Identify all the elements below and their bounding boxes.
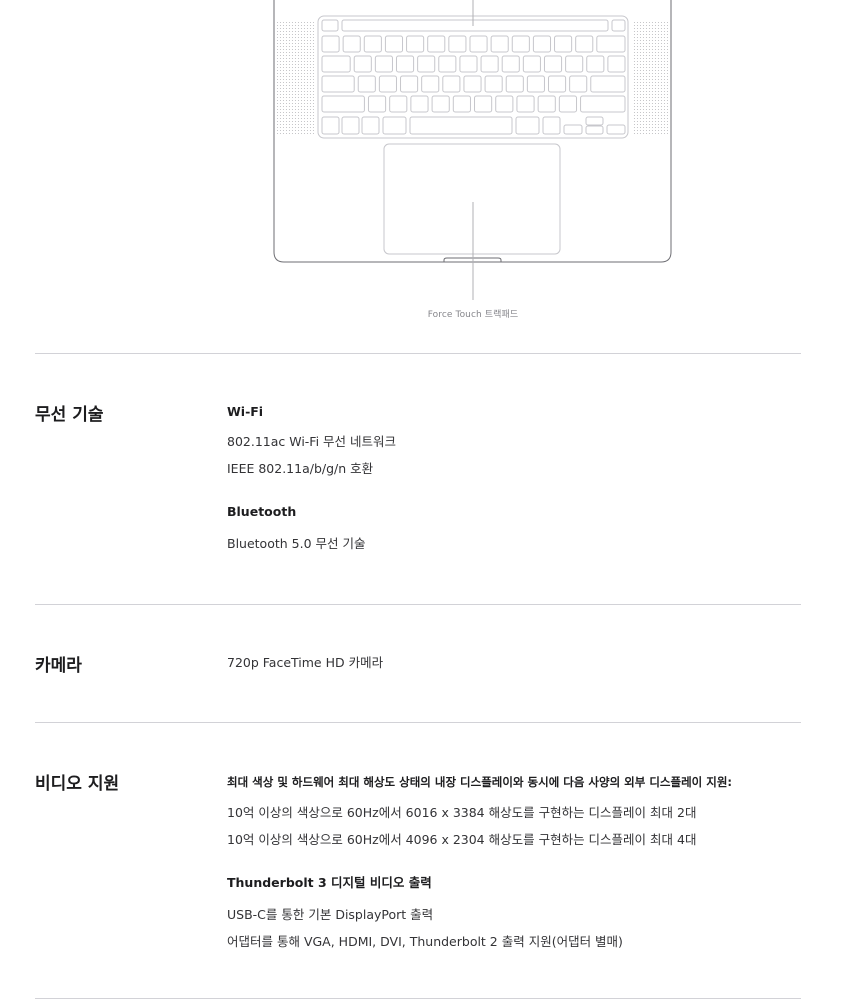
- keyboard-key: [575, 35, 594, 53]
- camera-line: 720p FaceTime HD 카메라: [227, 655, 384, 670]
- keyboard-key: [384, 35, 404, 53]
- wifi-line: 802.11ac Wi-Fi 무선 네트워크: [227, 434, 397, 449]
- keyboard-key: [511, 35, 530, 53]
- keyboard-key: [459, 55, 478, 73]
- keyboard-key: [586, 55, 605, 73]
- thunderbolt-line: 어댑터를 통해 VGA, HDMI, DVI, Thunderbolt 2 출력…: [227, 934, 623, 949]
- keyboard-key: [469, 35, 488, 53]
- keyboard-key: [448, 35, 467, 53]
- keyboard-key: [580, 95, 626, 113]
- keyboard-key: [363, 35, 382, 53]
- camera-section-title: 카메라: [35, 656, 82, 676]
- video-section-title: 비디오 지원: [35, 774, 120, 794]
- keyboard-key: [606, 124, 626, 135]
- keyboard-key: [431, 95, 450, 113]
- keyboard-key: [321, 95, 365, 113]
- keyboard-key: [611, 19, 626, 32]
- section-divider: [35, 722, 801, 723]
- keyboard-key: [558, 95, 578, 113]
- keyboard-key: [522, 55, 541, 73]
- keyboard-key: [341, 19, 609, 32]
- keyboard-key: [417, 55, 436, 73]
- external-display-heading: 최대 색상 및 하드웨어 최대 해상도 상태의 내장 디스플레이와 동시에 다음…: [227, 775, 733, 789]
- keyboard-key: [563, 124, 583, 135]
- keyboard-key: [554, 35, 573, 53]
- keyboard-key: [341, 116, 360, 135]
- wifi-line: IEEE 802.11a/b/g/n 호환: [227, 461, 374, 476]
- bluetooth-line: Bluetooth 5.0 무선 기술: [227, 536, 366, 551]
- section-divider: [35, 604, 801, 605]
- trackpad-outline: [383, 143, 561, 255]
- keyboard-key: [361, 116, 380, 135]
- keyboard-key: [532, 35, 552, 53]
- keyboard-key: [480, 55, 499, 73]
- keyboard-key: [321, 116, 340, 135]
- bluetooth-heading: Bluetooth: [227, 504, 297, 519]
- keyboard-frame: [317, 15, 629, 139]
- keyboard-key: [516, 95, 535, 113]
- keyboard-key: [353, 55, 372, 73]
- keyboard-key: [400, 75, 419, 93]
- left-speaker-grille: [277, 20, 314, 135]
- trackpad-callout-label: Force Touch 트랙패드: [427, 310, 519, 320]
- keyboard-key: [590, 75, 626, 93]
- keyboard-key: [565, 55, 584, 73]
- section-divider: [35, 998, 801, 999]
- keyboard-key: [452, 95, 471, 113]
- keyboard-key: [321, 55, 351, 73]
- thunderbolt-line: USB-C를 통한 기본 DisplayPort 출력: [227, 907, 434, 922]
- keyboard-key: [474, 95, 493, 113]
- keyboard-key: [374, 55, 393, 73]
- keyboard-key: [585, 125, 604, 135]
- keyboard-key: [395, 55, 415, 73]
- laptop-top-illustration: [273, 0, 672, 300]
- keyboard-key: [569, 75, 588, 93]
- keyboard-key: [438, 55, 457, 73]
- keyboard-key: [547, 75, 567, 93]
- keyboard-key: [382, 116, 407, 135]
- keyboard-key: [321, 75, 355, 93]
- camera-spec-block: 720p FaceTime HD 카메라: [227, 655, 801, 671]
- keyboard-key: [427, 35, 446, 53]
- keyboard-key: [321, 19, 339, 32]
- keyboard-key: [607, 55, 626, 73]
- keyboard-key: [321, 35, 340, 53]
- wifi-heading: Wi-Fi: [227, 404, 264, 419]
- keyboard-key: [406, 35, 425, 53]
- section-divider: [35, 353, 801, 354]
- display-support-line: 10억 이상의 색상으로 60Hz에서 6016 x 3384 해상도를 구현하…: [227, 805, 697, 820]
- laptop-diagram: Force Touch 트랙패드: [0, 0, 850, 330]
- keyboard-key: [367, 95, 387, 113]
- display-support-line: 10억 이상의 색상으로 60Hz에서 4096 x 2304 해상도를 구현하…: [227, 832, 697, 847]
- keyboard-key: [526, 75, 545, 93]
- keyboard-key: [410, 95, 429, 113]
- keyboard-key: [357, 75, 376, 93]
- keyboard-key: [505, 75, 524, 93]
- keyboard-key: [495, 95, 514, 113]
- keyboard-key: [442, 75, 461, 93]
- keyboard-key: [501, 55, 520, 73]
- keyboard-key: [585, 116, 604, 126]
- keyboard-key: [484, 75, 503, 93]
- keyboard-key: [543, 55, 563, 73]
- thunderbolt-heading: Thunderbolt 3 디지털 비디오 출력: [227, 875, 432, 890]
- keyboard-key: [596, 35, 626, 53]
- keyboard-key: [463, 75, 482, 93]
- keyboard-keys: [321, 19, 626, 135]
- keyboard-key: [515, 116, 540, 135]
- video-spec-block: 최대 색상 및 하드웨어 최대 해상도 상태의 내장 디스플레이와 동시에 다음…: [227, 774, 801, 950]
- wireless-section-title: 무선 기술: [35, 405, 104, 425]
- keyboard-key: [409, 116, 513, 135]
- keyboard-key: [378, 75, 397, 93]
- right-speaker-grille: [632, 20, 669, 135]
- wireless-spec-block: Wi-Fi 802.11ac Wi-Fi 무선 네트워크 IEEE 802.11…: [227, 404, 801, 552]
- keyboard-key: [542, 116, 561, 135]
- keyboard-key: [421, 75, 440, 93]
- keyboard-key: [490, 35, 509, 53]
- keyboard-key: [342, 35, 361, 53]
- keyboard-key: [389, 95, 408, 113]
- keyboard-key: [537, 95, 556, 113]
